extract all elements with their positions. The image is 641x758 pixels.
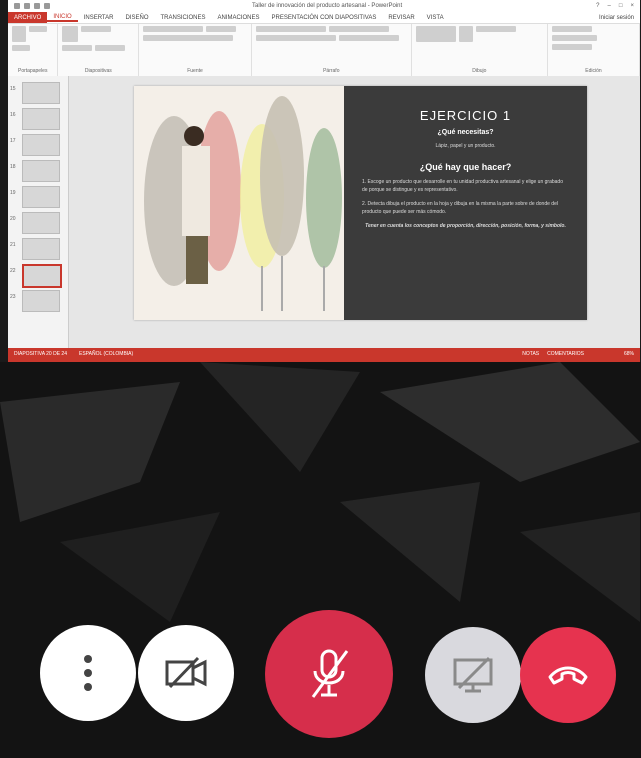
- note: Tener en cuenta los conceptos de proporc…: [365, 223, 566, 229]
- powerpoint-window: Taller de innovación del producto artesa…: [8, 0, 640, 362]
- zoom-level[interactable]: 68%: [624, 351, 634, 357]
- camera-off-icon: [165, 656, 207, 689]
- ribbon: Portapapeles Diapositivas Fuente Párrafo…: [8, 24, 640, 77]
- present-icon[interactable]: [44, 3, 50, 9]
- maximize-icon[interactable]: □: [619, 3, 623, 9]
- microphone-toggle-button[interactable]: [265, 610, 393, 738]
- screen-share-off-icon: [453, 656, 493, 693]
- slide-thumbnails[interactable]: 15 16 17 18 19 20 21 22 23: [8, 76, 69, 348]
- slide-illustration: [134, 86, 344, 320]
- thumbnail[interactable]: [22, 290, 60, 312]
- tab-presentacion[interactable]: PRESENTACIÓN CON DIAPOSITIVAS: [266, 15, 383, 21]
- status-bar: DIAPOSITIVA 20 DE 24 ESPAÑOL (COLOMBIA) …: [8, 348, 640, 360]
- tab-vista[interactable]: VISTA: [421, 15, 450, 21]
- thumbnail[interactable]: [22, 212, 60, 234]
- question-2: ¿Qué hay que hacer?: [419, 162, 512, 172]
- tab-revisar[interactable]: REVISAR: [382, 15, 420, 21]
- undo-icon[interactable]: [24, 3, 30, 9]
- exercise-panel: EJERCICIO 1 ¿Qué necesitas? Lápiz, papel…: [344, 86, 587, 320]
- close-icon[interactable]: ×: [630, 3, 634, 9]
- language[interactable]: ESPAÑOL (COLOMBIA): [79, 351, 133, 357]
- tab-diseno[interactable]: DISEÑO: [119, 15, 154, 21]
- save-icon[interactable]: [14, 3, 20, 9]
- window-title: Taller de innovación del producto artesa…: [252, 3, 403, 9]
- more-vertical-icon: [84, 655, 92, 691]
- group-font: Fuente: [139, 24, 252, 76]
- tab-transiciones[interactable]: TRANSICIONES: [155, 15, 212, 21]
- step-1: 1. Escoge un producto que desarrolle en …: [362, 179, 563, 193]
- thumbnail-selected[interactable]: [22, 264, 62, 288]
- screen-share-button[interactable]: [425, 627, 521, 723]
- slide-canvas[interactable]: EJERCICIO 1 ¿Qué necesitas? Lápiz, papel…: [134, 86, 587, 320]
- question-1: ¿Qué necesitas?: [437, 129, 494, 136]
- ribbon-tabs: ARCHIVO INICIO INSERTAR DISEÑO TRANSICIO…: [8, 12, 640, 24]
- microphone-muted-icon: [311, 649, 349, 698]
- slide-title: EJERCICIO 1: [419, 108, 512, 123]
- hang-up-button[interactable]: [520, 627, 616, 723]
- thumbnail[interactable]: [22, 134, 60, 156]
- tab-archivo[interactable]: ARCHIVO: [8, 12, 48, 23]
- more-options-button[interactable]: [40, 625, 136, 721]
- camera-toggle-button[interactable]: [138, 625, 234, 721]
- title-bar: Taller de innovación del producto artesa…: [8, 0, 640, 12]
- minimize-icon[interactable]: –: [608, 3, 611, 9]
- quick-access-toolbar: [14, 3, 50, 9]
- answer-1: Lápiz, papel y un producto.: [435, 143, 496, 149]
- thumbnail[interactable]: [22, 238, 60, 260]
- thumbnail[interactable]: [22, 82, 60, 104]
- group-drawing: Dibujo: [412, 24, 549, 76]
- tab-inicio[interactable]: INICIO: [47, 14, 78, 22]
- thumbnail[interactable]: [22, 160, 60, 182]
- workspace: 15 16 17 18 19 20 21 22 23 EJERCICIO 1 ¿…: [8, 76, 640, 348]
- thumbnail[interactable]: [22, 186, 60, 208]
- group-editing: Edición: [548, 24, 640, 76]
- tab-insertar[interactable]: INSERTAR: [78, 15, 120, 21]
- hang-up-icon: [548, 666, 588, 685]
- thumbnail[interactable]: [22, 108, 60, 130]
- redo-icon[interactable]: [34, 3, 40, 9]
- step-2: 2. Detecta dibuja el producto en la hoja…: [362, 201, 558, 215]
- window-controls: ? – □ ×: [596, 3, 634, 9]
- group-clipboard: Portapapeles: [8, 24, 59, 76]
- sign-in-link[interactable]: Iniciar sesión: [593, 15, 640, 21]
- notes-button[interactable]: NOTAS: [522, 351, 539, 357]
- group-paragraph: Párrafo: [252, 24, 412, 76]
- tab-animaciones[interactable]: ANIMACIONES: [212, 15, 266, 21]
- help-icon[interactable]: ?: [596, 3, 599, 9]
- comments-button[interactable]: COMENTARIOS: [547, 351, 584, 357]
- slide-counter: DIAPOSITIVA 20 DE 24: [14, 351, 67, 357]
- group-slides: Diapositivas: [58, 24, 140, 76]
